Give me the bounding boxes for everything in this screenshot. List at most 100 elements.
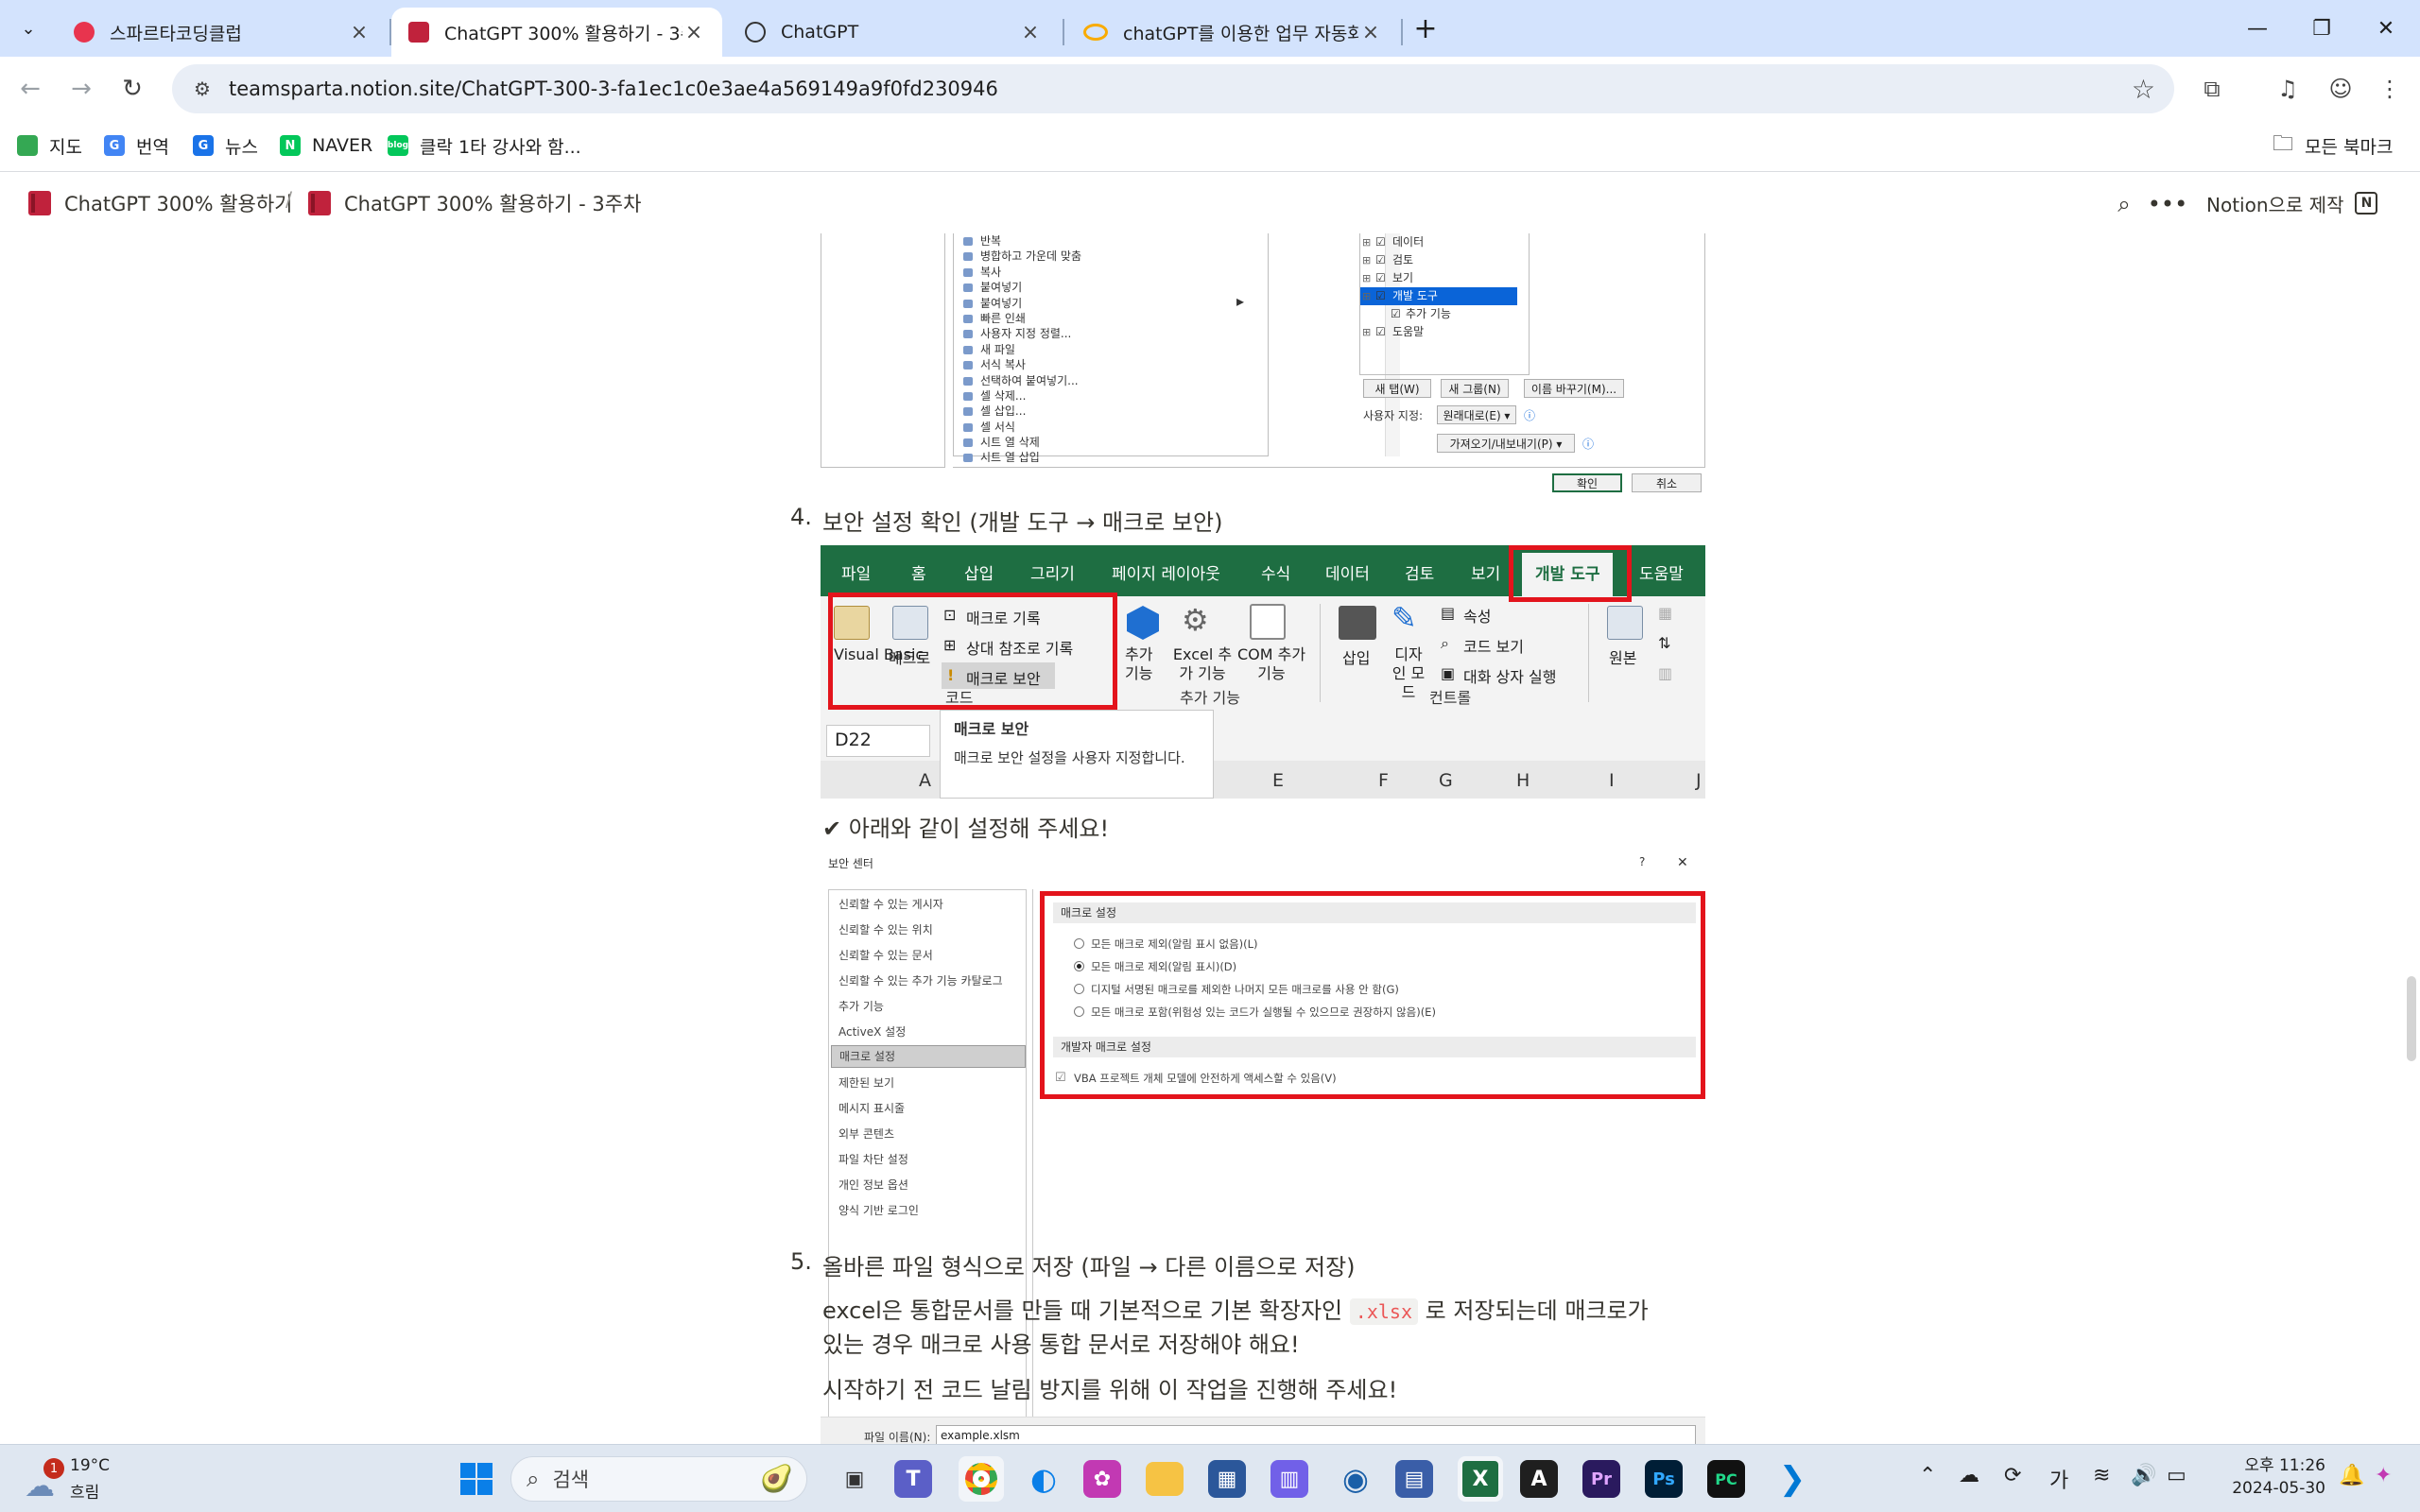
chrome-icon[interactable] [959, 1456, 1004, 1502]
nav-item: 신뢰할 수 있는 위치 [838, 923, 933, 936]
premiere-icon[interactable]: Pr [1582, 1460, 1620, 1498]
weather-widget[interactable]: ☁ 1 [25, 1458, 72, 1503]
wifi-icon[interactable]: ≋ [2093, 1464, 2110, 1487]
design-mode-icon: ✎ [1392, 600, 1417, 636]
tab-colab[interactable]: chatGPT를 이용한 업무 자동화 × [1066, 8, 1399, 57]
close-tab-icon[interactable]: × [1359, 21, 1382, 44]
more-options-icon[interactable]: ••• [2148, 188, 2187, 220]
tab-chatgpt[interactable]: ChatGPT × [728, 8, 1059, 57]
breadcrumb-label: ChatGPT 300% 활용하기 - 3주차 [344, 193, 642, 215]
copilot-icon[interactable]: ✦ [2375, 1464, 2392, 1487]
battery-icon[interactable]: ▭ [2167, 1464, 2187, 1487]
step4-text[interactable]: 보안 설정 확인 (개발 도구 → 매크로 보안) [822, 504, 1222, 537]
ime-indicator[interactable]: 가 [2049, 1464, 2068, 1494]
page-scrollbar[interactable] [2407, 976, 2416, 1061]
extensions-puzzle-icon[interactable]: ⧉ [2193, 70, 2231, 108]
window-close-icon[interactable]: ✕ [2356, 0, 2416, 57]
column-header: F [1378, 770, 1389, 791]
tab-notion-chatgpt[interactable]: ChatGPT 300% 활용하기 - 3주 × [391, 8, 722, 57]
command-item: 사용자 지정 정렬... [954, 326, 1268, 341]
bookmark-maps[interactable]: 지도 [17, 129, 82, 163]
tab-title: ChatGPT 300% 활용하기 - 3주 [444, 23, 683, 44]
copilot-app-icon[interactable]: ✿ [1083, 1460, 1121, 1498]
search-placeholder: 검색 [552, 1469, 590, 1491]
all-bookmarks[interactable]: 🗀 모든 북마크 [2273, 129, 2393, 163]
profile-icon[interactable]: ☺ [2322, 70, 2360, 108]
photoshop-icon[interactable]: Ps [1645, 1460, 1683, 1498]
group-divider [1320, 604, 1321, 702]
restore-icon[interactable]: ❐ [2291, 0, 2352, 57]
excel-options-dialog-screenshot: 반복 병합하고 가운데 맞춤 복사 붙여넣기 붙여넣기 빠른 인쇄 사용자 지정… [821, 233, 1705, 496]
paragraph-backup-note[interactable]: 시작하기 전 코드 날림 방지를 위해 이 작업을 진행해 주세요! [822, 1371, 1397, 1404]
ribbon-tab-tree: 데이터 검토 보기 개발 도구 추가 기능 도움말 [1359, 233, 1530, 375]
chrome-menu-icon[interactable]: ⋮ [2371, 70, 2409, 108]
minimize-icon[interactable]: — [2227, 0, 2288, 57]
instruction-check-text[interactable]: ✔ 아래와 같이 설정해 주세요! [822, 810, 1109, 843]
forward-arrow-icon[interactable]: → [62, 70, 100, 108]
new-tab-button[interactable]: + [1407, 12, 1444, 45]
notion-book-icon [308, 191, 331, 215]
pycharm-icon[interactable]: PC [1707, 1460, 1745, 1498]
breadcrumb-item-current[interactable]: ChatGPT 300% 활용하기 - 3주차 [308, 188, 641, 218]
bookmark-news[interactable]: G 뉴스 [193, 129, 258, 163]
taskbar-search[interactable]: ⌕ 검색 🥑 [510, 1456, 807, 1502]
made-with-notion-button[interactable]: Notion으로 제작 N [2206, 184, 2378, 222]
command-item: 셀 서식 [954, 420, 1268, 435]
column-header: G [1439, 770, 1453, 791]
show-hidden-icons-chevron[interactable]: ⌃ [1919, 1464, 1936, 1487]
vscode-icon[interactable]: ❯ [1770, 1456, 1815, 1502]
trust-center-title: 보안 센터 [828, 857, 873, 870]
remote-desktop-icon[interactable]: ▤ [1395, 1460, 1433, 1498]
teams-icon[interactable]: T [894, 1460, 932, 1498]
translate-icon: G [104, 135, 125, 156]
media-controls-icon[interactable]: ♫ [2269, 70, 2307, 108]
sync-icon[interactable]: ⟳ [2004, 1464, 2021, 1487]
bookmark-star-icon[interactable]: ☆ [2132, 74, 2155, 105]
command-item: 시트 열 삽입 [954, 450, 1268, 465]
close-tab-icon[interactable]: × [348, 21, 371, 44]
bookmark-translate[interactable]: G 번역 [104, 129, 169, 163]
bookmark-label: 클락 1타 강사와 함... [420, 136, 581, 158]
column-header: E [1272, 770, 1285, 791]
volume-icon[interactable]: 🔊 [2131, 1464, 2156, 1487]
properties-label: 속성 [1463, 608, 1492, 626]
system-clock[interactable]: 오후 11:26 2024-05-30 [2212, 1454, 2325, 1500]
reload-icon[interactable]: ↻ [113, 70, 151, 108]
breadcrumb-item-parent[interactable]: ChatGPT 300% 활용하기 [28, 188, 293, 218]
excel-icon[interactable]: X [1458, 1456, 1503, 1502]
paragraph-xlsx-note-cont[interactable]: 있는 경우 매크로 사용 통합 문서로 저장해야 해요! [822, 1326, 1300, 1359]
bookmark-blog[interactable]: blog 클락 1타 강사와 함... [388, 129, 581, 163]
site-info-icon[interactable]: ⚙ [182, 77, 223, 100]
close-tab-icon[interactable]: × [683, 21, 705, 44]
start-windows-icon[interactable] [454, 1456, 499, 1502]
address-bar[interactable]: ⚙ teamsparta.notion.site/ChatGPT-300-3-f… [172, 64, 2174, 113]
close-tab-icon[interactable]: × [1019, 21, 1042, 44]
step5-text[interactable]: 올바른 파일 형식으로 저장 (파일 → 다른 이름으로 저장) [822, 1248, 1356, 1281]
colab-icon [1083, 24, 1108, 41]
tab-sparta[interactable]: 스파르타코딩클럽 × [57, 8, 388, 57]
run-dialog-icon: ▣ [1441, 664, 1456, 682]
onedrive-cloud-icon[interactable]: ☁ [1959, 1464, 1979, 1487]
acrobat-icon[interactable]: A [1520, 1460, 1558, 1498]
back-arrow-icon[interactable]: ← [11, 70, 49, 108]
search-icon[interactable]: ⌕ [2108, 188, 2140, 220]
paragraph-xlsx-note[interactable]: excel은 통합문서를 만들 때 기본적으로 기본 확장자인 .xlsx 로 … [822, 1292, 1649, 1325]
notion-page-content[interactable]: 반복 병합하고 가운데 맞춤 복사 붙여넣기 붙여넣기 빠른 인쇄 사용자 지정… [0, 233, 2420, 1444]
ms-store-icon[interactable]: ▦ [1208, 1460, 1246, 1498]
tab-separator [1401, 19, 1403, 45]
nav-item: 제한된 보기 [838, 1076, 895, 1090]
circle-app-icon[interactable]: ◉ [1333, 1456, 1378, 1502]
notifications-bell-icon[interactable]: 🔔 [2339, 1464, 2364, 1487]
trust-center-nav: 신뢰할 수 있는 게시자 신뢰할 수 있는 위치 신뢰할 수 있는 문서 신뢰할… [828, 889, 1027, 1444]
group-divider [1588, 604, 1589, 702]
edge-icon[interactable]: ◐ [1021, 1456, 1066, 1502]
tab-search-chevron-icon[interactable]: ⌄ [13, 13, 43, 43]
onenote-icon[interactable]: ▥ [1270, 1460, 1308, 1498]
para-text: excel은 통합문서를 만들 때 기본적으로 기본 확장자인 [822, 1297, 1343, 1324]
task-view-icon[interactable]: ▣ [832, 1456, 877, 1502]
url-text[interactable]: teamsparta.notion.site/ChatGPT-300-3-fa1… [229, 77, 998, 100]
file-explorer-icon[interactable] [1146, 1462, 1184, 1496]
breadcrumb-label: ChatGPT 300% 활용하기 [64, 193, 293, 215]
bookmark-naver[interactable]: N NAVER [280, 129, 372, 163]
view-code-label: 코드 보기 [1463, 638, 1524, 656]
